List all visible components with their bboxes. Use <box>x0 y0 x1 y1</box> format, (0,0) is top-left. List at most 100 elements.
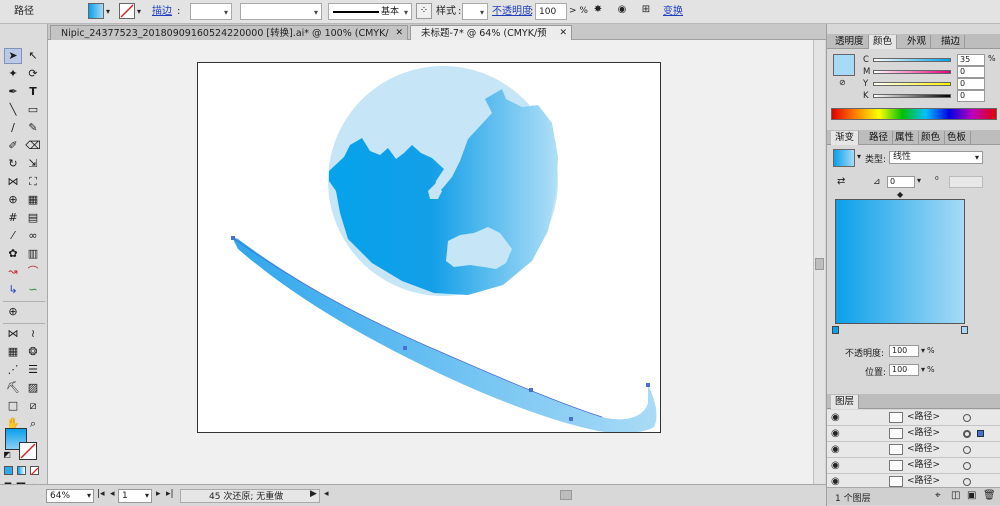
tab-color-2[interactable]: 颜色 <box>917 131 946 145</box>
artboard-tool-icon[interactable]: □ <box>4 398 22 414</box>
rectangle-tool-icon[interactable]: ▭ <box>24 102 42 118</box>
document-tab-1[interactable]: Nipic_24377523_20180909160524220000 [转换]… <box>50 25 408 54</box>
channel-y-slider[interactable] <box>873 82 951 86</box>
gradient-slider-preview[interactable] <box>835 199 965 324</box>
stroke-swatch[interactable] <box>119 3 135 19</box>
tab-layers[interactable]: 图层 <box>831 395 860 409</box>
channel-y-input[interactable]: 0 <box>957 78 985 90</box>
line-tool-icon[interactable]: ╲ <box>4 102 22 118</box>
eye-icon[interactable]: ◉ <box>831 442 840 457</box>
slice-tool-icon[interactable]: ⧄ <box>24 398 42 414</box>
target-icon[interactable] <box>963 462 971 470</box>
first-page-icon[interactable]: |◂ <box>97 489 105 499</box>
default-colors-icon[interactable]: ◩ <box>2 450 12 460</box>
locate-object-icon[interactable]: ⌖ <box>935 490 941 501</box>
angle-input[interactable]: 0 <box>887 176 915 188</box>
crosshair-tool-icon[interactable]: ⊕ <box>4 304 22 320</box>
gradient-midpoint-icon[interactable]: ◆ <box>897 190 903 199</box>
recolor-artwork-icon[interactable]: ✸ <box>590 3 606 19</box>
close-icon[interactable]: ✕ <box>559 26 567 41</box>
variable-width-dropdown[interactable]: ▾ <box>240 3 322 20</box>
path-tool-icon[interactable]: ↳ <box>4 282 22 298</box>
channel-m-input[interactable]: 0 <box>957 66 985 78</box>
eye-icon[interactable]: ◉ <box>831 458 840 473</box>
fill-dropdown-arrow[interactable]: ▾ <box>106 3 110 20</box>
gradient-preview-swatch[interactable] <box>833 149 855 167</box>
width-tool-icon[interactable]: ⋈ <box>4 174 22 190</box>
column-graph-tool-icon[interactable]: ▥ <box>24 246 42 262</box>
none-mode-button[interactable] <box>30 466 39 476</box>
layer-row[interactable]: ◉ <路径> <box>827 442 1000 458</box>
layer-row[interactable]: ◉ <路径> <box>827 426 1000 442</box>
pen-tool-icon[interactable]: ✒ <box>4 84 22 100</box>
page-dropdown[interactable]: 1 ▾ <box>118 489 152 503</box>
eye-icon[interactable]: ◉ <box>831 410 840 425</box>
last-page-icon[interactable]: ▸| <box>166 489 174 499</box>
lasso-tool-icon[interactable]: ⟳ <box>24 66 42 82</box>
clipping-mask-icon[interactable]: ◫ <box>951 490 960 501</box>
mesh-tool-icon[interactable]: # <box>4 210 22 226</box>
magic-wand-tool-icon[interactable]: ✦ <box>4 66 22 82</box>
symbol-sprayer-tool-icon[interactable]: ✿ <box>4 246 22 262</box>
shape-builder-tool-icon[interactable]: ⊕ <box>4 192 22 208</box>
stroke-dropdown-arrow[interactable]: ▾ <box>137 3 141 20</box>
horizontal-scroll-thumb[interactable] <box>560 490 572 500</box>
mesh-grid-tool-icon[interactable]: ▦ <box>4 344 22 360</box>
canvas-area[interactable] <box>48 40 813 484</box>
bloat-tool-icon[interactable]: ❂ <box>24 344 42 360</box>
tab-color[interactable]: 颜色 <box>869 35 898 49</box>
zoom-dropdown[interactable]: 64% ▾ <box>46 489 94 503</box>
smooth-tool-icon[interactable]: ⌒ <box>24 264 42 280</box>
chevron-down-icon[interactable]: ▾ <box>917 176 921 185</box>
wrinkle-tool-icon[interactable]: ☰ <box>24 362 42 378</box>
scrollbar-thumb[interactable] <box>815 258 824 270</box>
paintbrush-tool-icon[interactable]: ∕ <box>4 120 22 136</box>
pencil-tool-icon[interactable]: ✎ <box>24 120 42 136</box>
target-icon[interactable] <box>963 414 971 422</box>
next-page-icon[interactable]: ▸ <box>156 489 161 499</box>
reshape-tool-icon[interactable]: ↝ <box>4 264 22 280</box>
new-layer-icon[interactable]: ▣ <box>967 490 976 501</box>
perspective-grid-tool-icon[interactable]: ▦ <box>24 192 42 208</box>
stroke-none-icon[interactable]: ⊘ <box>839 78 846 87</box>
channel-c-slider[interactable] <box>873 58 951 62</box>
current-color-swatch[interactable] <box>833 54 855 76</box>
rotate-tool-icon[interactable]: ↻ <box>4 156 22 172</box>
tab-swatches[interactable]: 色板 <box>943 131 972 145</box>
align-icon[interactable]: ⊞ <box>638 3 654 19</box>
artboard[interactable] <box>197 62 661 434</box>
direct-selection-tool-icon[interactable]: ↖ <box>24 48 42 64</box>
delete-layer-icon[interactable]: 🗑 <box>983 490 996 501</box>
gradient-tool-icon[interactable]: ▤ <box>24 210 42 226</box>
eraser-tool-icon[interactable]: ⌫ <box>24 138 42 154</box>
stop-location-input[interactable]: 100 <box>889 364 919 376</box>
brush-style-dropdown[interactable]: 基本 ▾ <box>328 3 412 20</box>
color-spectrum-bar[interactable] <box>831 108 997 120</box>
close-icon[interactable]: ✕ <box>395 26 403 41</box>
opacity-link[interactable]: 不透明度 <box>492 3 532 20</box>
channel-k-slider[interactable] <box>873 94 951 98</box>
stop-opacity-input[interactable]: 100 <box>889 345 919 357</box>
type-tool-icon[interactable]: T <box>24 84 42 100</box>
selected-art-indicator[interactable] <box>977 430 984 437</box>
wave-tool-icon[interactable]: ∽ <box>24 282 42 298</box>
document-tab-2[interactable]: 未标题-7* @ 64% (CMYK/预览) ✕ <box>410 25 572 54</box>
scroll-left-icon[interactable]: ◂ <box>324 489 329 499</box>
target-icon[interactable] <box>963 446 971 454</box>
eyedropper-tool-icon[interactable]: ⁄ <box>4 228 22 244</box>
live-paint-selection-tool-icon[interactable]: ▨ <box>24 380 42 396</box>
layer-row[interactable]: ◉ <路径> <box>827 410 1000 426</box>
crystallize-tool-icon[interactable]: ⋰ <box>4 362 22 378</box>
isolate-object-icon[interactable]: ◉ <box>614 3 630 19</box>
tab-gradient[interactable]: 渐变 <box>831 131 860 145</box>
tab-stroke[interactable]: 描边 <box>937 35 966 49</box>
stroke-weight-dropdown[interactable]: ▾ <box>190 3 232 20</box>
gradient-stop-start[interactable] <box>832 326 839 334</box>
free-transform-tool-icon[interactable]: ⛶ <box>24 174 42 190</box>
prev-page-icon[interactable]: ◂ <box>110 489 115 499</box>
tab-path[interactable]: 路径 <box>865 131 894 145</box>
target-icon[interactable] <box>963 478 971 486</box>
history-status[interactable]: 45 次还原; 无重做 <box>180 489 320 503</box>
channel-m-slider[interactable] <box>873 70 951 74</box>
status-menu-icon[interactable]: ▶ <box>310 489 317 499</box>
